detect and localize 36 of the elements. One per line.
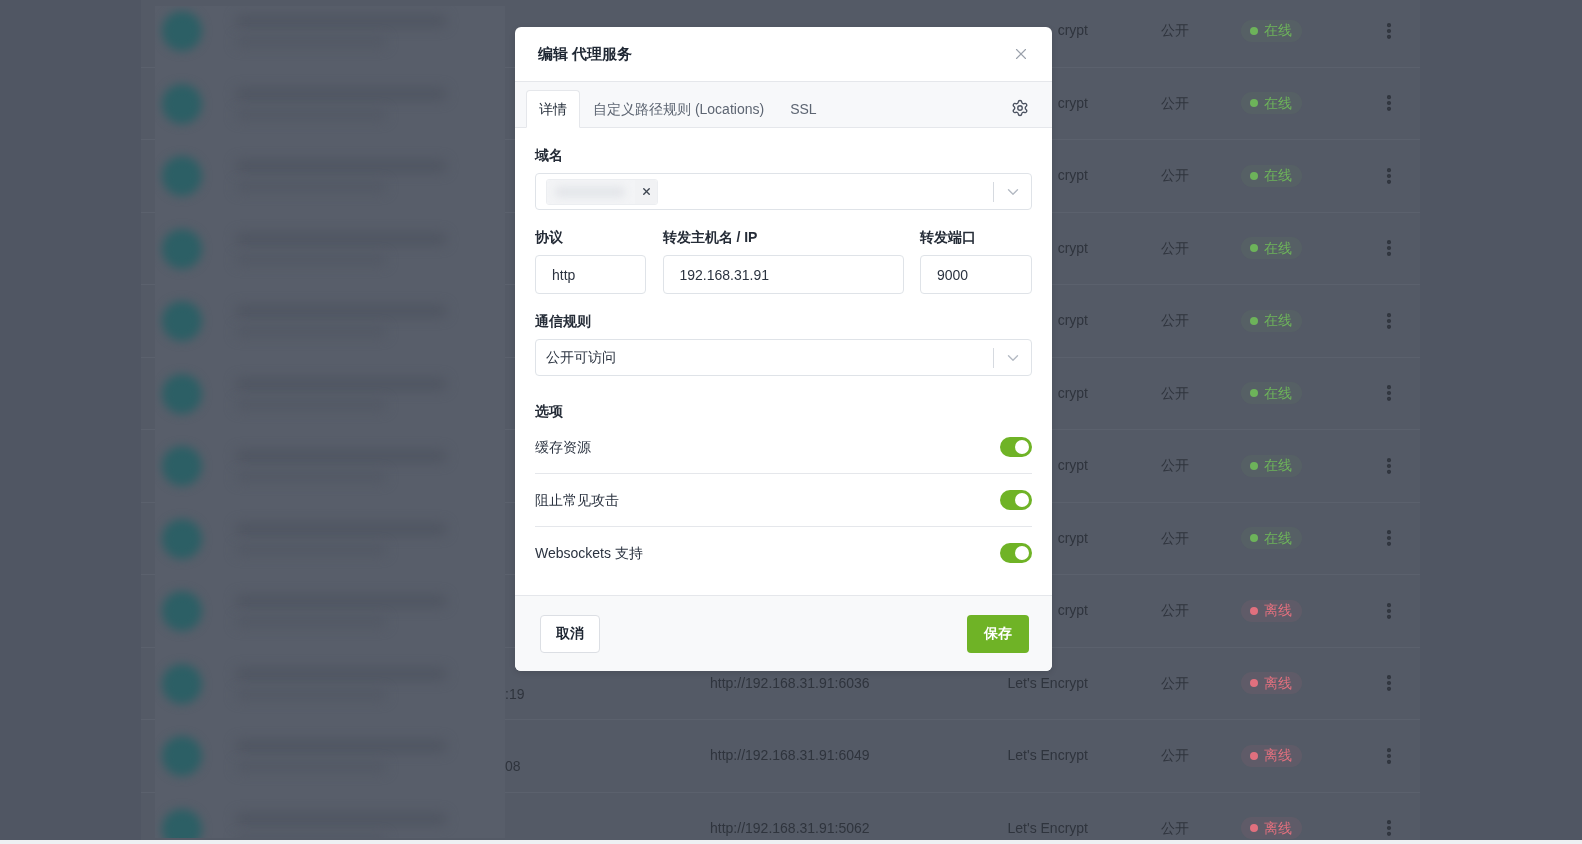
status-label: 在线 (1264, 21, 1292, 41)
settings-icon[interactable] (1011, 99, 1029, 117)
field-label: 转发主机名 / IP (662, 228, 759, 247)
toggle-switch[interactable] (1000, 543, 1032, 563)
field-label: 协议 (535, 228, 564, 247)
option-label: 缓存资源 (535, 437, 591, 457)
field-label: 域名 (535, 146, 564, 165)
select-value: 公开可访问 (546, 348, 616, 367)
tab[interactable]: SSL (777, 90, 830, 128)
dialog-title: 编辑 代理服务 (538, 43, 633, 64)
status-label: 在线 (1264, 238, 1292, 258)
toggle-switch[interactable] (1000, 437, 1032, 457)
tab[interactable]: 详情 (526, 90, 580, 128)
input-field[interactable]: 9000 (920, 255, 1032, 294)
status-label: 在线 (1264, 311, 1292, 331)
status-label: 离线 (1264, 673, 1292, 693)
input-field[interactable]: 192.168.31.91 (662, 255, 904, 294)
input-field[interactable]: http (535, 255, 646, 294)
status-label: 在线 (1264, 166, 1292, 186)
status-label: 在线 (1264, 456, 1292, 476)
toggle-switch[interactable] (1000, 490, 1032, 510)
status-label: 离线 (1264, 601, 1292, 621)
field-label: 通信规则 (535, 312, 592, 331)
remove-icon[interactable] (640, 186, 652, 197)
status-label: 在线 (1264, 383, 1292, 403)
status-label: 离线 (1264, 746, 1292, 766)
access-rule-select[interactable]: 公开可访问 (535, 339, 1032, 376)
status-label: 在线 (1264, 93, 1292, 113)
status-label: 在线 (1264, 528, 1292, 548)
tab[interactable]: 自定义路径规则 (Locations) (580, 90, 778, 128)
field-label: 转发端口 (920, 228, 977, 247)
field-label: 选项 (535, 402, 564, 421)
status-label: 离线 (1264, 818, 1292, 838)
option-label: 阻止常见攻击 (535, 490, 619, 510)
cancel-button[interactable]: 取消 (540, 614, 600, 653)
option-label: Websockets 支持 (535, 543, 643, 563)
